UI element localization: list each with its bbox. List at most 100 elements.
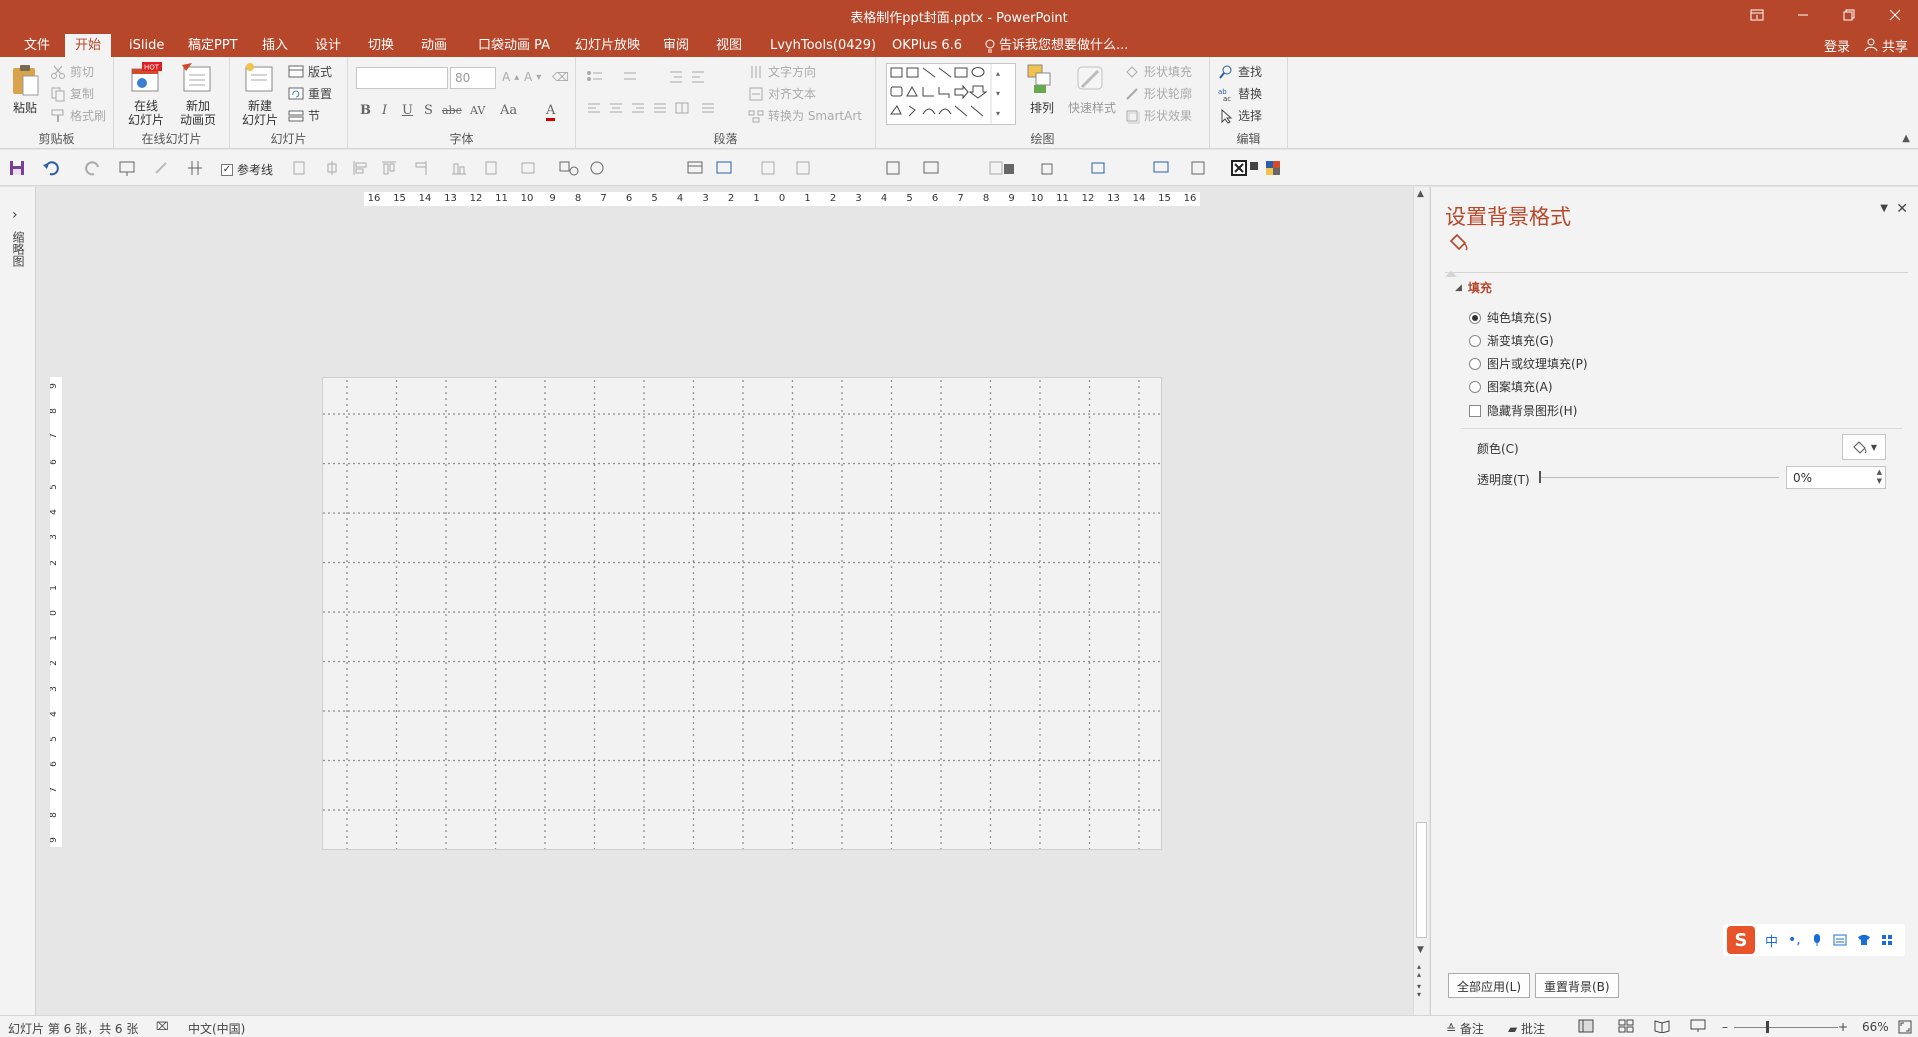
toolbox-grid-icon[interactable] — [1881, 934, 1893, 946]
ribbon-display-options-icon[interactable] — [1734, 0, 1780, 30]
section-button[interactable]: 节 — [288, 107, 320, 124]
keyboard-icon[interactable] — [1833, 934, 1847, 946]
reset-background-button[interactable]: 重置背景(B) — [1535, 973, 1619, 998]
close-icon[interactable] — [1872, 0, 1918, 30]
char-spacing-button[interactable]: AV — [470, 104, 485, 117]
format-painter-button[interactable]: 格式刷 — [50, 107, 106, 124]
transparency-slider-knob[interactable] — [1539, 471, 1541, 483]
tell-me-box[interactable]: 告诉我您想要做什么... — [975, 34, 1138, 57]
find-button[interactable]: 查找 — [1218, 63, 1262, 80]
solid-fill-radio[interactable] — [1469, 311, 1481, 324]
scrollbar-thumb[interactable] — [1416, 822, 1427, 938]
bold-button[interactable]: B — [360, 103, 371, 118]
shapes-gallery[interactable]: ▴ ▾ ▾ — [886, 63, 1016, 125]
convert-smartart-button[interactable]: 转换为 SmartArt — [748, 107, 862, 124]
microphone-icon[interactable] — [1811, 933, 1823, 947]
scroll-up-icon[interactable]: ▲ — [1417, 189, 1424, 199]
pane-options-icon[interactable]: ▼ — [1880, 203, 1888, 214]
ime-mode[interactable]: 中 — [1765, 931, 1778, 950]
paste-button[interactable]: 粘贴 — [10, 63, 40, 125]
grow-font-button[interactable]: A ▴ — [502, 70, 519, 84]
reading-view-icon[interactable] — [1654, 1019, 1670, 1033]
restore-icon[interactable] — [1826, 0, 1872, 30]
online-slides-button[interactable]: HOT 在线 幻灯片 — [122, 61, 170, 127]
grid-align-icon[interactable] — [186, 159, 204, 177]
new-animation-page-button[interactable]: 新加 动画页 — [174, 61, 222, 127]
minimize-icon[interactable] — [1780, 0, 1826, 30]
gradient-fill-radio[interactable] — [1469, 334, 1481, 347]
zoom-slider[interactable] — [1734, 1027, 1838, 1028]
fill-bucket-icon[interactable] — [1445, 231, 1471, 253]
tab-design[interactable]: 设计 — [305, 34, 351, 57]
comments-button[interactable]: ▰ 批注 — [1508, 1020, 1545, 1037]
ime-toolbar[interactable]: S 中 •, — [1723, 924, 1905, 956]
fit-to-window-icon[interactable] — [1898, 1020, 1912, 1034]
new-slide-button[interactable]: 新建 幻灯片 — [236, 61, 284, 127]
pattern-fill-radio[interactable] — [1469, 380, 1481, 393]
tab-pocket-animation[interactable]: 口袋动画 PA — [468, 34, 560, 57]
tab-islide[interactable]: iSlide — [119, 34, 174, 57]
delete-shape-icon[interactable] — [1230, 159, 1248, 177]
slide-sorter-icon[interactable] — [1618, 1019, 1634, 1033]
previous-slide-icon[interactable]: ▴ ▴ — [1417, 963, 1421, 979]
tab-review[interactable]: 审阅 — [653, 34, 699, 57]
hide-background-option[interactable]: 隐藏背景图形(H) — [1469, 402, 1577, 419]
close-pane-icon[interactable]: ✕ — [1896, 201, 1908, 217]
shape-effects-button[interactable]: 形状效果 — [1124, 107, 1192, 124]
vertical-scrollbar[interactable]: ▲ ▼ ▴ ▴ ▾ ▾ — [1413, 187, 1429, 1015]
font-color-button[interactable]: A — [546, 103, 556, 121]
tab-gaoding-ppt[interactable]: 稿定PPT — [178, 34, 248, 57]
tab-slideshow[interactable]: 幻灯片放映 — [565, 34, 650, 57]
thumbnails-label[interactable]: 缩略图 — [10, 231, 27, 267]
color-dropdown[interactable]: ▼ — [1842, 434, 1886, 460]
quick-styles-button[interactable]: 快速样式 — [1066, 63, 1118, 127]
clear-format-icon[interactable]: ⌫ — [552, 70, 569, 84]
collapse-ribbon-icon[interactable]: ▲ — [1902, 133, 1910, 144]
punctuation-icon[interactable]: •, — [1788, 932, 1801, 948]
shrink-font-button[interactable]: A ▾ — [524, 70, 541, 84]
align-text-button[interactable]: 对齐文本 — [748, 85, 816, 102]
zoom-in-icon[interactable]: + — [1838, 1020, 1848, 1034]
change-case-button[interactable]: Aa — [500, 103, 517, 118]
shadow-button[interactable]: S — [424, 103, 433, 118]
share-button[interactable]: 共享 — [1864, 36, 1908, 55]
font-size-box[interactable]: 80 — [450, 67, 496, 89]
hide-background-checkbox[interactable] — [1469, 404, 1481, 417]
spinner-arrows-icon[interactable]: ▲ ▼ — [1877, 468, 1882, 486]
text-direction-button[interactable]: 文字方向 — [748, 63, 816, 80]
arrange-button[interactable]: 排列 — [1026, 63, 1058, 127]
color-picker-icon[interactable] — [1264, 159, 1282, 177]
shape-outline-button[interactable]: 形状轮廓 — [1124, 85, 1192, 102]
fill-section-header[interactable]: ◢ 填充 — [1455, 279, 1492, 296]
picture-fill-radio[interactable] — [1469, 357, 1481, 370]
tab-home[interactable]: 开始 — [65, 34, 112, 57]
select-button[interactable]: 选择 — [1218, 107, 1262, 124]
copy-button[interactable]: 复制 — [50, 85, 94, 102]
font-name-box[interactable] — [356, 67, 448, 89]
tab-okplus[interactable]: OKPlus 6.6 — [882, 34, 972, 57]
italic-button[interactable]: I — [382, 103, 387, 118]
undo-icon[interactable] — [42, 159, 60, 177]
login-link[interactable]: 登录 — [1824, 36, 1850, 55]
tab-view[interactable]: 视图 — [706, 34, 752, 57]
skin-shirt-icon[interactable] — [1857, 934, 1871, 946]
picture-fill-option[interactable]: 图片或纹理填充(P) — [1469, 355, 1588, 372]
cut-button[interactable]: 剪切 — [50, 63, 94, 80]
spellcheck-icon[interactable]: ⌧ — [156, 1020, 169, 1033]
tab-transitions[interactable]: 切换 — [358, 34, 404, 57]
tab-file[interactable]: 文件 — [14, 34, 60, 57]
next-slide-icon[interactable]: ▾ ▾ — [1417, 983, 1421, 999]
notes-button[interactable]: ≙ 备注 — [1446, 1020, 1484, 1037]
replace-button[interactable]: ab ac 替换 — [1218, 85, 1262, 102]
apply-to-all-button[interactable]: 全部应用(L) — [1448, 973, 1531, 998]
tab-lvyhtools[interactable]: LvyhTools(0429) — [760, 34, 886, 57]
redo-icon[interactable] — [84, 159, 102, 177]
layout-button[interactable]: 版式 — [288, 63, 332, 80]
tab-insert[interactable]: 插入 — [252, 34, 298, 57]
current-slide[interactable] — [322, 377, 1162, 850]
scroll-down-icon[interactable]: ▼ — [1417, 945, 1424, 955]
language-indicator[interactable]: 中文(中国) — [188, 1020, 245, 1037]
expand-thumbnails-icon[interactable]: › — [12, 207, 18, 223]
slideshow-view-icon[interactable] — [1690, 1019, 1706, 1033]
underline-button[interactable]: U — [402, 103, 413, 118]
